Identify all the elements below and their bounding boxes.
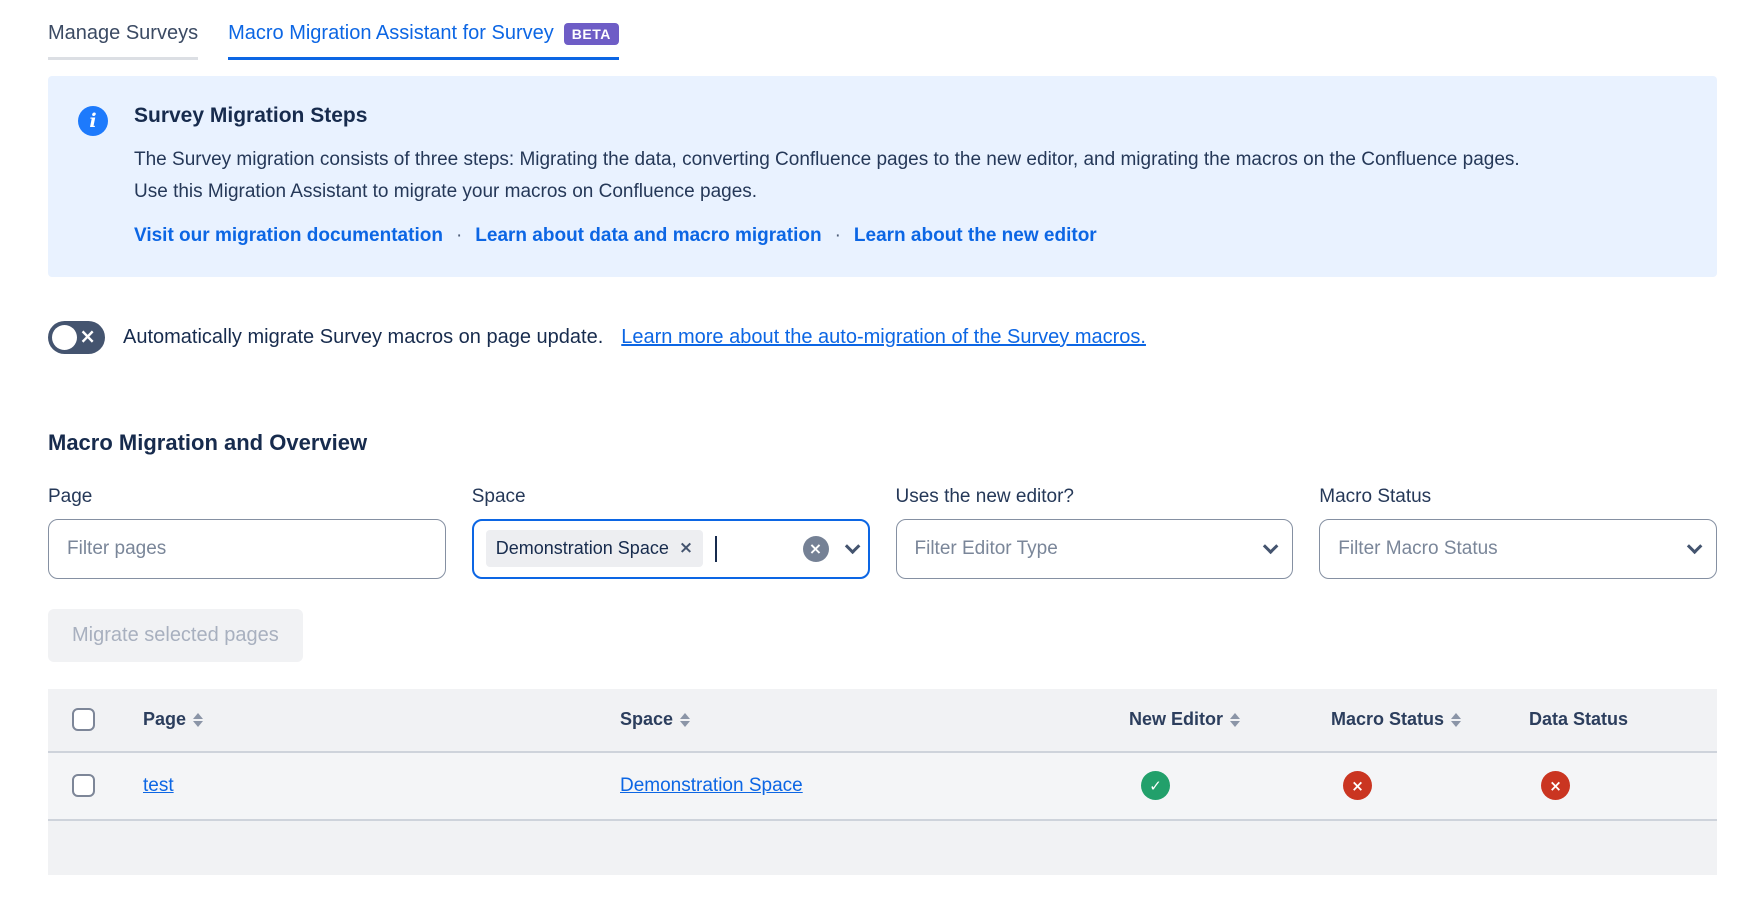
auto-migration-learn-more-link[interactable]: Learn more about the auto-migration of t… xyxy=(621,326,1146,349)
table-header-row: Page Space New Editor Macro Status Data … xyxy=(48,688,1717,753)
tab-label: Macro Migration Assistant for Survey xyxy=(228,22,554,44)
column-header-page[interactable]: Page xyxy=(143,709,204,730)
info-panel-content: Survey Migration Steps The Survey migrat… xyxy=(134,104,1554,247)
tab-bar: Manage Surveys Macro Migration Assistant… xyxy=(48,22,1717,60)
chip-remove-icon[interactable]: × xyxy=(679,540,693,557)
filter-page-label: Page xyxy=(48,485,93,507)
info-panel-body: The Survey migration consists of three s… xyxy=(134,149,1520,202)
row-checkbox[interactable] xyxy=(72,774,95,798)
filter-bar: Page Space Demonstration Space × × Uses … xyxy=(48,486,1717,579)
beta-badge: BETA xyxy=(563,22,619,45)
page: Manage Surveys Macro Migration Assistant… xyxy=(0,0,1744,875)
data-macro-migration-link[interactable]: Learn about data and macro migration xyxy=(475,225,821,247)
filter-page-control xyxy=(48,518,446,579)
clear-all-icon[interactable]: × xyxy=(802,535,829,562)
column-header-macro-status[interactable]: Macro Status xyxy=(1331,709,1462,730)
tab-macro-migration-assistant[interactable]: Macro Migration Assistant for Survey BET… xyxy=(228,22,619,60)
data-status-error-icon: × xyxy=(1541,771,1570,801)
new-editor-link[interactable]: Learn about the new editor xyxy=(854,225,1097,247)
page-filter-input[interactable] xyxy=(67,519,427,578)
page-link[interactable]: test xyxy=(143,775,174,796)
auto-migrate-row: × Automatically migrate Survey macros on… xyxy=(48,320,1717,354)
toggle-knob xyxy=(52,324,77,350)
info-icon: i xyxy=(78,106,108,136)
toggle-off-x-icon: × xyxy=(79,324,96,349)
filter-editor-label: Uses the new editor? xyxy=(895,485,1075,507)
survey-migration-info-panel: i Survey Migration Steps The Survey migr… xyxy=(48,76,1717,277)
auto-migrate-toggle[interactable]: × xyxy=(48,320,105,354)
sort-icon xyxy=(193,712,204,727)
filter-page: Page xyxy=(48,486,446,579)
space-link[interactable]: Demonstration Space xyxy=(620,775,803,796)
sort-icon xyxy=(680,712,691,727)
macro-status-placeholder: Filter Macro Status xyxy=(1338,537,1498,559)
table-row: test Demonstration Space ✓ × × xyxy=(48,752,1717,821)
chevron-down-icon xyxy=(1263,538,1279,555)
filter-space: Space Demonstration Space × × xyxy=(471,485,870,579)
column-header-data-status: Data Status xyxy=(1529,709,1629,730)
space-chip: Demonstration Space × xyxy=(485,530,704,568)
editor-type-placeholder: Filter Editor Type xyxy=(914,537,1058,559)
filter-macro-status-label: Macro Status xyxy=(1319,485,1432,507)
sort-icon xyxy=(1451,712,1462,727)
text-caret xyxy=(715,535,718,562)
section-title: Macro Migration and Overview xyxy=(48,429,368,455)
column-header-new-editor[interactable]: New Editor xyxy=(1129,709,1241,730)
table-footer-spacer xyxy=(48,820,1717,875)
column-header-space[interactable]: Space xyxy=(620,709,691,730)
select-all-checkbox[interactable] xyxy=(72,708,95,732)
tab-manage-surveys[interactable]: Manage Surveys xyxy=(48,22,199,60)
tab-label: Manage Surveys xyxy=(48,22,199,44)
migrate-selected-pages-button[interactable]: Migrate selected pages xyxy=(48,608,303,662)
info-panel-title: Survey Migration Steps xyxy=(134,104,368,127)
macro-status-select[interactable]: Filter Macro Status xyxy=(1319,518,1717,579)
link-separator: · xyxy=(455,224,463,246)
link-separator: · xyxy=(834,224,841,246)
chevron-down-icon xyxy=(1686,538,1703,555)
info-panel-links: Visit our migration documentation · Lear… xyxy=(134,225,1554,247)
editor-type-select[interactable]: Filter Editor Type xyxy=(895,518,1294,579)
filter-editor: Uses the new editor? Filter Editor Type xyxy=(895,485,1294,579)
auto-migrate-text: Automatically migrate Survey macros on p… xyxy=(123,325,604,348)
migration-table: Page Space New Editor Macro Status Data … xyxy=(48,688,1717,875)
filter-macro-status: Macro Status Filter Macro Status xyxy=(1319,486,1717,579)
chevron-down-icon[interactable] xyxy=(844,538,860,555)
new-editor-success-icon: ✓ xyxy=(1141,771,1170,801)
space-chip-label: Demonstration Space xyxy=(495,538,669,559)
sort-icon xyxy=(1230,712,1241,727)
macro-status-error-icon: × xyxy=(1343,771,1372,801)
migration-documentation-link[interactable]: Visit our migration documentation xyxy=(134,225,443,247)
filter-space-label: Space xyxy=(471,485,526,507)
space-filter-select[interactable]: Demonstration Space × × xyxy=(471,518,870,579)
